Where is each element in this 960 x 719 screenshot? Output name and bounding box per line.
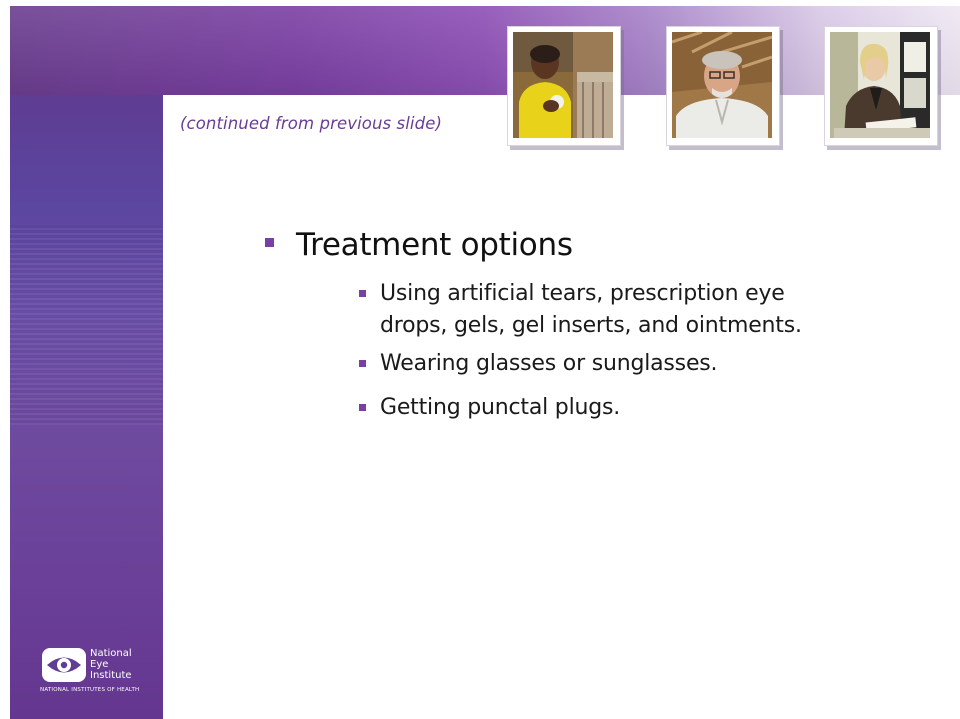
sub-bullet-marker-icon: [359, 290, 366, 297]
continued-note: (continued from previous slide): [180, 114, 442, 133]
eye-logo-icon: [42, 648, 86, 682]
bullet-marker-icon: [265, 238, 274, 247]
slide: (continued from previous slide) Treatmen…: [0, 0, 960, 719]
nei-logo: National Eye Institute NATIONAL INSTITUT…: [38, 646, 148, 696]
sub-bullet-marker-icon: [359, 404, 366, 411]
sub-bullet-3-line1: Getting punctal plugs.: [380, 395, 621, 420]
logo-subtitle: NATIONAL INSTITUTES OF HEALTH: [40, 687, 140, 693]
photo-woman-smiling-icon: [513, 32, 613, 138]
sub-bullet-2: Wearing glasses or sunglasses.: [380, 348, 940, 380]
left-sidebar-band: [10, 95, 163, 719]
logo-line-national: National: [90, 648, 132, 659]
sub-bullet-1-line2: drops, gels, gel inserts, and ointments.: [380, 313, 802, 338]
sub-bullet-1: Using artificial tears, prescription eye…: [380, 278, 940, 342]
sub-bullet-3: Getting punctal plugs.: [380, 392, 940, 424]
logo-line-institute: Institute: [90, 670, 132, 681]
photo-older-man-glasses-icon: [672, 32, 773, 138]
photo-woman-reading-icon: [830, 32, 930, 138]
top-banner: [10, 6, 960, 95]
heading-treatment-options: Treatment options: [296, 227, 573, 263]
logo-line-eye: Eye: [90, 659, 109, 670]
sub-bullet-1-line1: Using artificial tears, prescription eye: [380, 281, 785, 306]
photo-frame-2: [666, 26, 780, 146]
sub-bullet-2-line1: Wearing glasses or sunglasses.: [380, 351, 718, 376]
logo-text: National Eye Institute: [90, 648, 132, 681]
photo-frame-1: [507, 26, 621, 146]
photo-frame-3: [824, 26, 938, 146]
sub-bullet-marker-icon: [359, 360, 366, 367]
band-texture: [10, 225, 163, 425]
